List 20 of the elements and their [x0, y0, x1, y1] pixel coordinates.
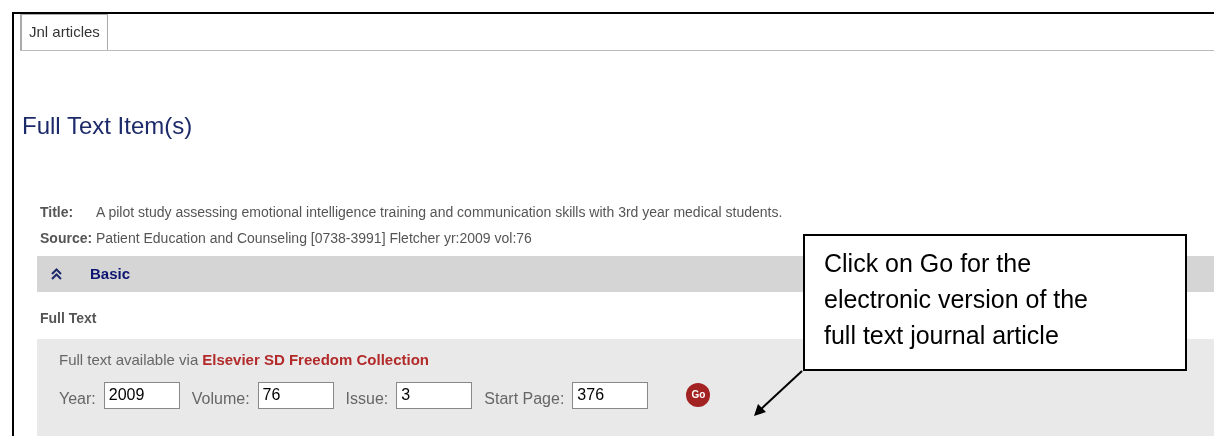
detail-label: Title:: [40, 202, 75, 222]
pointer-arrow: [752, 370, 804, 418]
tab[interactable]: Jnl articles: [20, 14, 108, 50]
subheading: Full Text: [40, 309, 97, 328]
input-field[interactable]: 3: [396, 381, 473, 409]
callout-tooltip: Click on Go for the electronic version of the full text journal article: [803, 234, 1187, 371]
detail-value: A pilot study assessing emotional intelligence training and communication skills with 3rd year medical students.: [96, 202, 783, 222]
availability-text: Full text available via: [59, 350, 199, 370]
page-heading: Full Text Item(s): [22, 111, 194, 141]
input-field[interactable]: 76: [257, 381, 334, 409]
field-label: Issue:: [345, 390, 389, 407]
go-button[interactable]: Go: [686, 382, 711, 407]
input-field[interactable]: 376: [572, 381, 649, 409]
collection-link[interactable]: Elsevier SD Freedom Collection: [202, 349, 429, 372]
field-label: Start Page:: [484, 390, 565, 407]
field-label: Year:: [59, 390, 96, 407]
field-label: Volume:: [191, 390, 250, 407]
detail-value: Patient Education and Counseling [0738-3991] Fletcher yr:2009 vol:76: [96, 228, 532, 248]
input-field[interactable]: 2009: [103, 381, 180, 409]
section-title: Basic: [90, 263, 131, 284]
